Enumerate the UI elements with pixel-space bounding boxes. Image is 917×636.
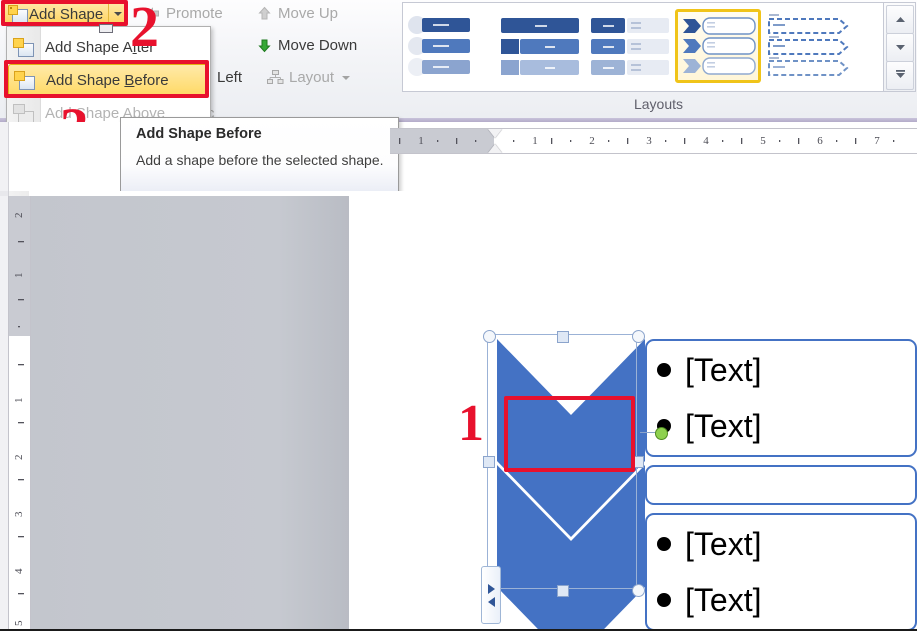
- left-indent-marker[interactable]: [99, 24, 113, 33]
- move-up-button[interactable]: Move Up: [252, 4, 342, 23]
- right-to-left-button[interactable]: Left: [213, 68, 246, 87]
- layouts-gallery[interactable]: [402, 2, 884, 92]
- gallery-scroll-up-button[interactable]: [886, 5, 914, 34]
- selection-handle-top-right[interactable]: [632, 330, 645, 343]
- chevron-right-icon: [487, 583, 495, 594]
- shape-selection-frame: [487, 334, 637, 589]
- layout-icon: [267, 69, 284, 86]
- chevron-down-icon: [342, 75, 351, 80]
- move-up-icon: [256, 5, 273, 22]
- bullet-dot-icon: [657, 537, 671, 551]
- move-down-button[interactable]: Move Down: [252, 36, 361, 55]
- gallery-scrollbar[interactable]: [884, 2, 916, 92]
- selection-handle-top-left[interactable]: [483, 330, 496, 343]
- more-arrow-icon: [895, 70, 905, 78]
- layout-thumb-2[interactable]: [587, 9, 673, 83]
- annotation-number-1: 1: [458, 395, 484, 452]
- bullet-item[interactable]: [Text]: [657, 342, 761, 398]
- selection-handle-middle-left[interactable]: [483, 456, 495, 468]
- ruler-corner: [0, 191, 8, 196]
- selection-handle-top-center[interactable]: [557, 331, 569, 343]
- add-shape-after-icon: [12, 37, 35, 58]
- layout-label: Layout: [289, 69, 335, 86]
- selection-handle-middle-right[interactable]: [632, 456, 644, 468]
- layout-thumb-4[interactable]: [765, 9, 851, 83]
- left-label: Left: [217, 69, 243, 86]
- selection-handle-bottom-center[interactable]: [557, 585, 569, 597]
- tooltip-title: Add Shape Before: [136, 126, 262, 142]
- layouts-group-label: Layouts: [633, 96, 684, 112]
- bullet-item[interactable]: [Text]: [657, 398, 761, 454]
- bullet-text: [Text]: [685, 351, 762, 388]
- chevron-left-icon: [487, 596, 495, 607]
- up-arrow-icon: [895, 17, 905, 22]
- bullet-item[interactable]: [Text]: [657, 572, 761, 628]
- menu-item-add-shape-before[interactable]: Add Shape Before: [8, 64, 209, 97]
- layout-thumb-1[interactable]: [497, 9, 583, 83]
- layout-button[interactable]: Layout: [263, 68, 354, 87]
- promote-label: Promote: [166, 5, 223, 22]
- add-shape-icon: [8, 5, 31, 26]
- workspace-corner: [0, 122, 120, 191]
- annotation-number-2: 2: [130, 0, 159, 59]
- add-shape-label: Add Shape: [29, 5, 104, 23]
- smartart-bullets-2[interactable]: [Text] [Text]: [657, 513, 761, 631]
- add-shape-button[interactable]: Add Shape: [3, 2, 127, 26]
- smartart-bullets-0[interactable]: [Text] [Text]: [657, 339, 761, 457]
- menu-item-add-shape-after[interactable]: Add Shape After: [8, 31, 209, 64]
- smartart-row-box-1[interactable]: [645, 465, 917, 505]
- move-down-label: Move Down: [278, 37, 358, 54]
- down-arrow-icon: [895, 45, 905, 50]
- move-up-label: Move Up: [278, 5, 339, 22]
- bullet-dot-icon: [657, 363, 671, 377]
- gallery-more-button[interactable]: [886, 61, 914, 90]
- layout-thumb-0[interactable]: [407, 9, 493, 83]
- bullet-text: [Text]: [685, 581, 762, 618]
- first-line-indent-marker[interactable]: [488, 129, 502, 138]
- vertical-ruler[interactable]: 2 1 1 2 3 4 5: [8, 196, 31, 631]
- add-shape-dropdown-arrow[interactable]: [108, 3, 127, 25]
- hanging-indent-marker[interactable]: [488, 144, 502, 153]
- move-down-icon: [256, 37, 273, 54]
- tooltip: Add Shape Before Add a shape before the …: [120, 117, 399, 195]
- text-pane-toggle-button[interactable]: [481, 566, 501, 624]
- hruler-minor-ticks: [390, 129, 917, 153]
- bullet-item[interactable]: [Text]: [657, 516, 761, 572]
- selection-handle-bottom-right[interactable]: [632, 584, 645, 597]
- horizontal-ruler[interactable]: 1 1 2 3 4 5 6 7: [390, 128, 917, 154]
- tooltip-body: Add a shape before the selected shape.: [136, 152, 384, 168]
- bullet-dot-icon: [657, 593, 671, 607]
- add-shape-before-icon: [13, 70, 36, 91]
- bullet-text: [Text]: [685, 525, 762, 562]
- layout-thumb-3[interactable]: [675, 9, 761, 83]
- vruler-minor-ticks: [9, 196, 30, 631]
- chevron-down-icon: [114, 12, 122, 16]
- menu-label-add-shape-before: Add Shape Before: [46, 72, 169, 89]
- gallery-scroll-down-button[interactable]: [886, 33, 914, 62]
- bullet-text: [Text]: [685, 407, 762, 444]
- document-margin-area: [29, 196, 349, 631]
- add-shape-above-icon: [12, 103, 35, 124]
- rotation-handle[interactable]: [655, 427, 668, 440]
